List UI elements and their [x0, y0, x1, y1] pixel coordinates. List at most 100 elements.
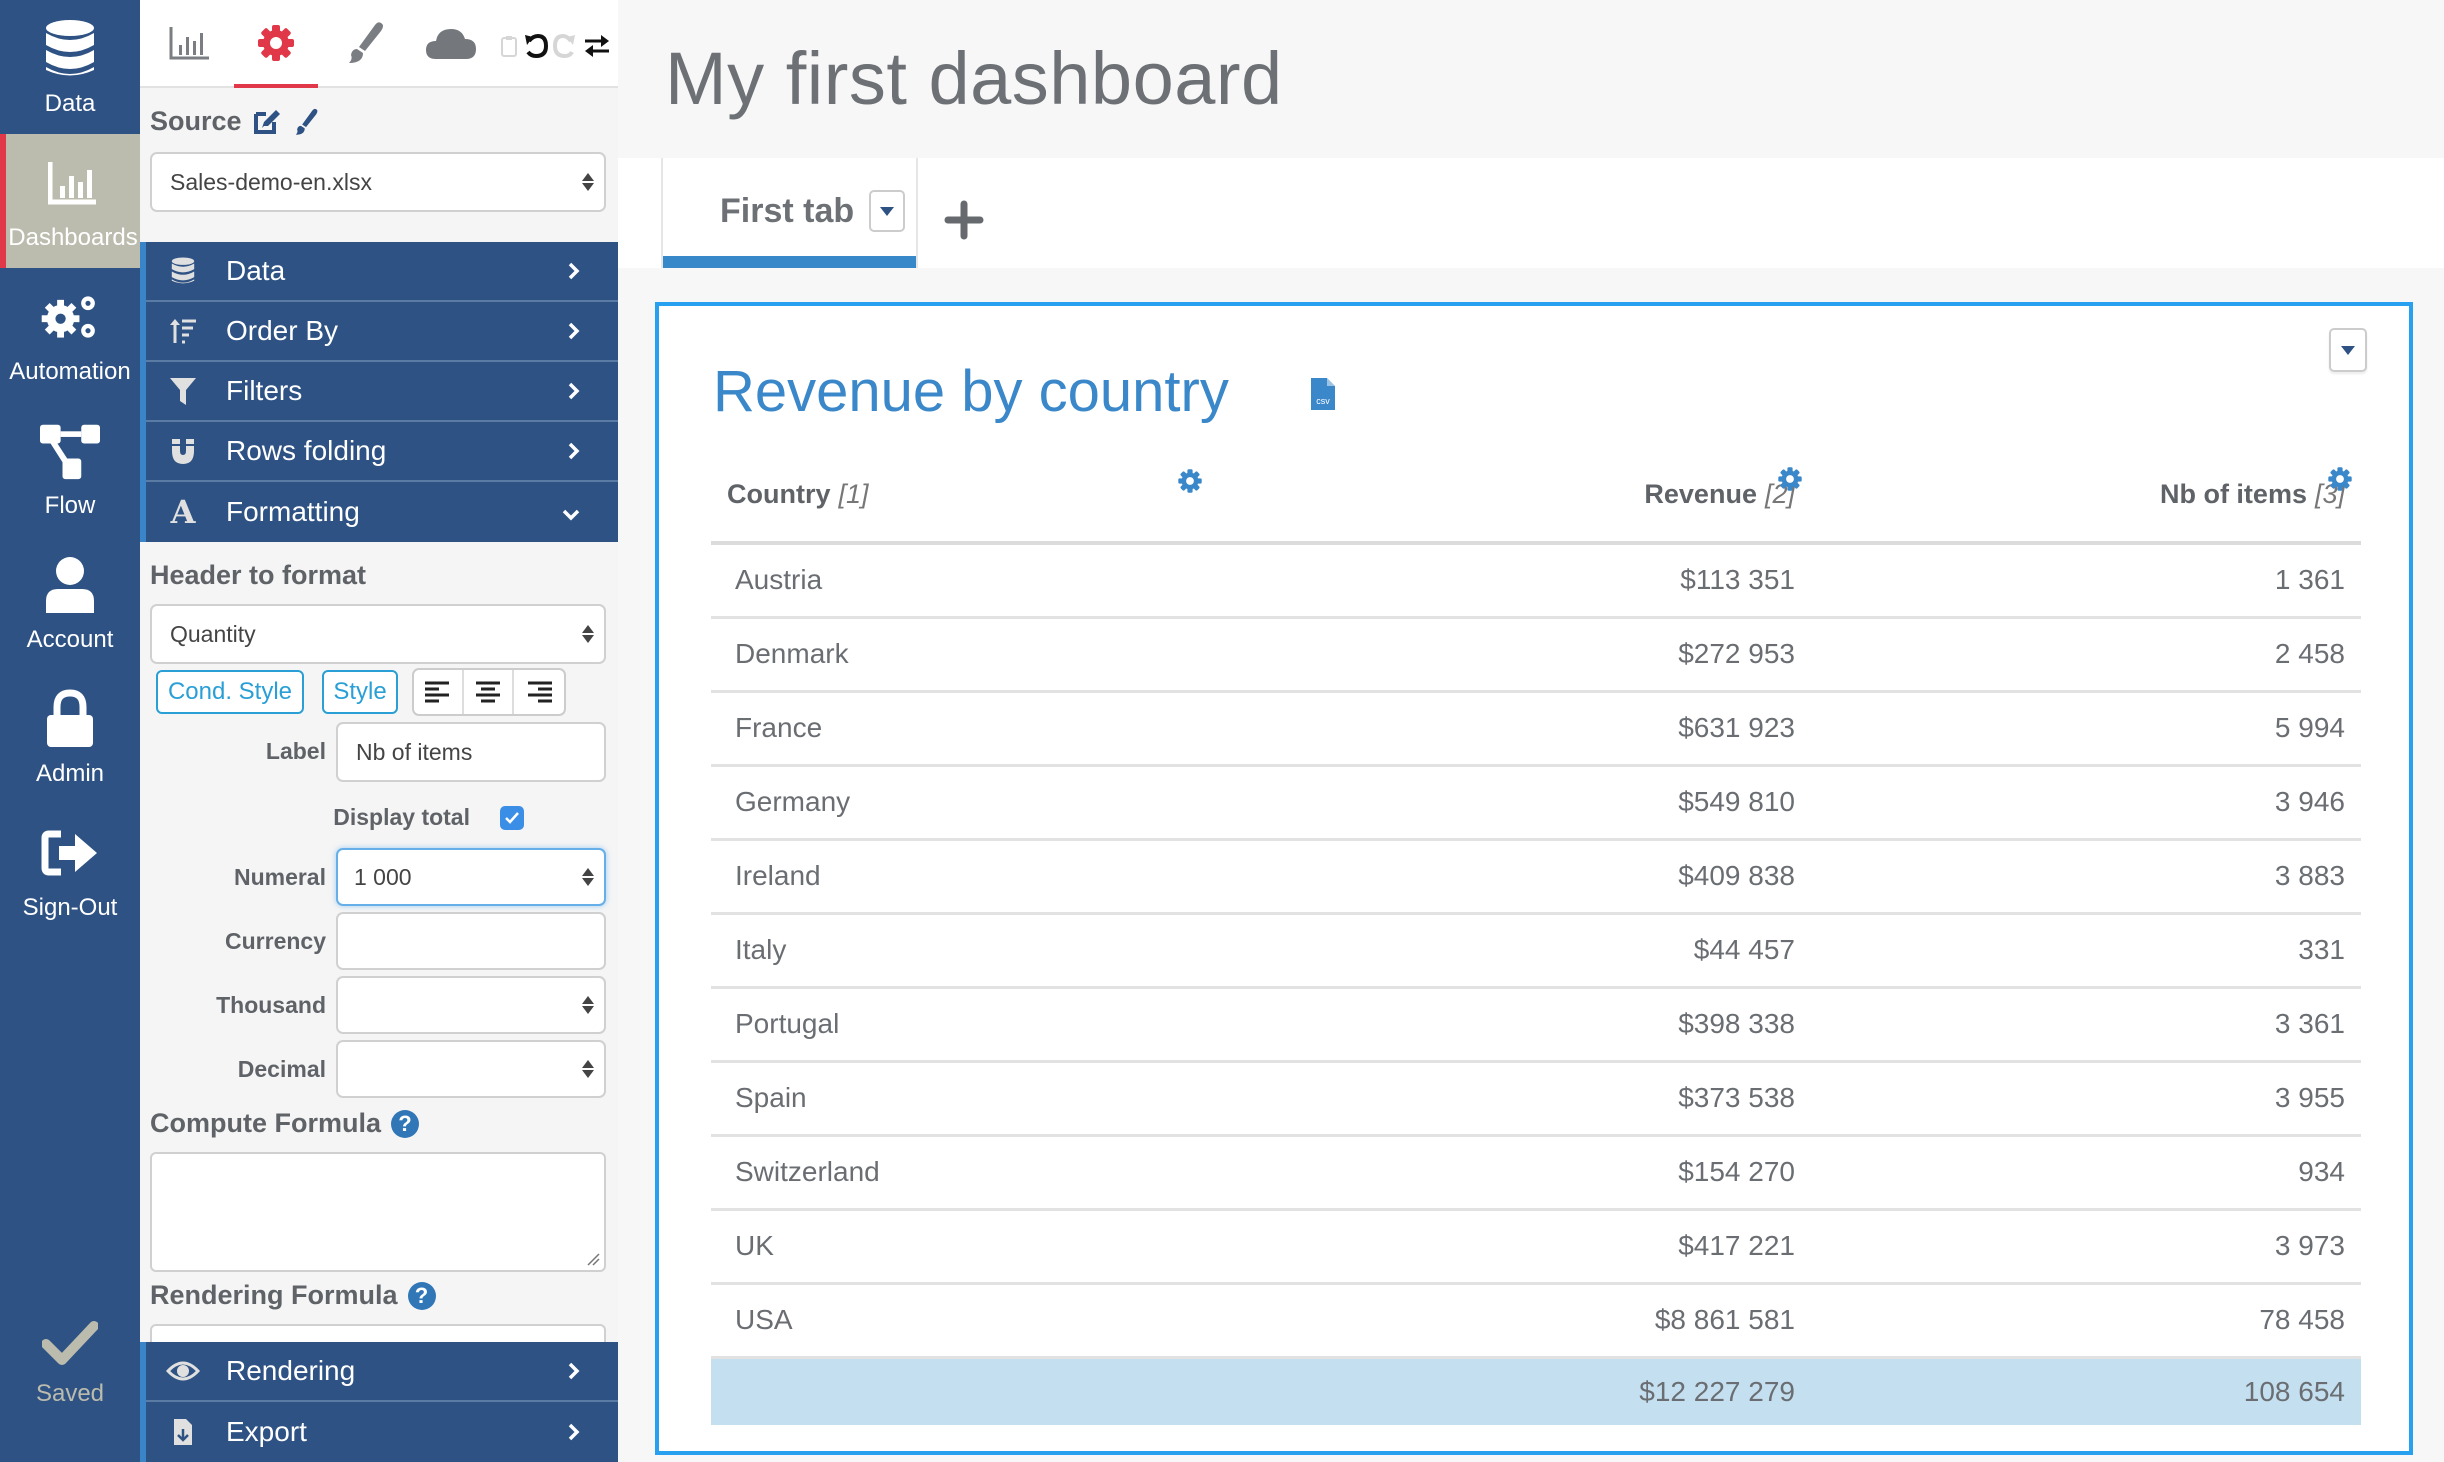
cell-nb-of-items: 3 973 [1811, 1209, 2361, 1285]
user-icon [40, 554, 100, 616]
table-row[interactable]: UK $417 221 3 973 [711, 1209, 2361, 1285]
column-header-country[interactable]: Country [1] [711, 448, 1231, 545]
cell-nb-of-items: 5 994 [1811, 691, 2361, 767]
tab-cloud[interactable] [414, 0, 488, 86]
undo-button[interactable] [522, 30, 550, 62]
edit-icon[interactable] [252, 108, 282, 136]
font-icon: A [170, 493, 196, 531]
help-icon[interactable]: ? [407, 1281, 436, 1310]
alignment-group [412, 668, 566, 716]
nav-item-admin[interactable]: Admin [0, 670, 140, 804]
cell-nb-of-items: 78 458 [1811, 1283, 2361, 1359]
cell-country: Germany [711, 765, 1231, 841]
decimal-select[interactable] [336, 1040, 606, 1098]
help-icon[interactable]: ? [391, 1109, 420, 1138]
align-right-button[interactable] [514, 670, 564, 714]
table-row[interactable]: USA $8 861 581 78 458 [711, 1283, 2361, 1359]
saved-label: Saved [35, 1380, 105, 1407]
accordion-formatting[interactable]: A Formatting [146, 482, 618, 542]
tab-chart[interactable] [160, 0, 220, 86]
tab-first-tab[interactable]: First tab [661, 158, 918, 268]
accordion-bottom: Rendering Export [140, 1342, 618, 1462]
chevron-down-icon [562, 496, 580, 528]
caret-down-icon [2341, 345, 2355, 355]
cond-style-button[interactable]: Cond. Style [156, 670, 304, 714]
paste-button[interactable] [498, 30, 520, 62]
nav-item-flow[interactable]: Flow [0, 402, 140, 536]
nav-item-sign-out[interactable]: Sign-Out [0, 804, 140, 938]
redo-button[interactable] [552, 30, 578, 62]
cell-revenue: $398 338 [1231, 987, 1811, 1063]
style-button[interactable]: Style [322, 670, 398, 714]
cell-revenue: $272 953 [1231, 617, 1811, 693]
align-left-button[interactable] [414, 670, 464, 714]
nav-item-data[interactable]: Data [0, 0, 140, 134]
dashboard-title[interactable]: My first dashboard [665, 36, 1283, 121]
csv-label: csv [1316, 396, 1330, 406]
gear-icon[interactable] [1177, 468, 1203, 494]
cell-revenue: $409 838 [1231, 839, 1811, 915]
csv-export-icon[interactable]: csv [1309, 376, 1337, 417]
accordion-rows-folding[interactable]: Rows folding [146, 422, 618, 482]
accordion-label: Rows folding [226, 435, 387, 466]
table-widget[interactable]: Revenue by country csv Country [1] Revenu… [655, 302, 2413, 1455]
tab-menu-button[interactable] [869, 190, 905, 232]
table-row[interactable]: Germany $549 810 3 946 [711, 765, 2361, 841]
header-to-format-select[interactable]: Quantity [150, 604, 606, 664]
currency-label: Currency [225, 928, 326, 954]
align-center-button[interactable] [464, 670, 514, 714]
cell-revenue: $8 861 581 [1231, 1283, 1811, 1359]
table-row[interactable]: France $631 923 5 994 [711, 691, 2361, 767]
table-row[interactable]: Ireland $409 838 3 883 [711, 839, 2361, 915]
gear-icon[interactable] [2327, 466, 2353, 492]
accordion-top: Data Order By Filters Rows folding A For… [140, 242, 618, 542]
accordion-export[interactable]: Export [146, 1402, 618, 1462]
bar-chart-icon [169, 27, 209, 60]
tab-style[interactable] [330, 0, 400, 86]
undo-icon [525, 33, 549, 59]
table-row[interactable]: Denmark $272 953 2 458 [711, 617, 2361, 693]
cell-country: Ireland [711, 839, 1231, 915]
select-arrows-icon [582, 996, 594, 1014]
accordion-filters[interactable]: Filters [146, 362, 618, 422]
currency-input[interactable] [336, 912, 606, 970]
tab-settings[interactable] [234, 0, 318, 88]
column-header-revenue[interactable]: Revenue [2] [1231, 448, 1811, 545]
chevron-right-icon [568, 315, 580, 347]
column-label: Nb of items [2159, 479, 2307, 509]
nav-item-automation[interactable]: Automation [0, 268, 140, 402]
cell-country: Italy [711, 913, 1231, 989]
nav-item-account[interactable]: Account [0, 536, 140, 670]
nav-item-dashboards[interactable]: Dashboards [0, 134, 140, 268]
display-total-checkbox[interactable] [500, 806, 524, 830]
thousand-select[interactable] [336, 976, 606, 1034]
compute-formula-textarea[interactable] [150, 1152, 606, 1272]
swap-button[interactable] [582, 30, 612, 62]
accordion-rendering[interactable]: Rendering [146, 1342, 618, 1402]
clipboard-icon [501, 36, 517, 57]
table-row[interactable]: Italy $44 457 331 [711, 913, 2361, 989]
source-select[interactable]: Sales-demo-en.xlsx [150, 152, 606, 212]
cell-country: Denmark [711, 617, 1231, 693]
numeral-select[interactable]: 1 000 [336, 848, 606, 906]
table-row[interactable]: Switzerland $154 270 934 [711, 1135, 2361, 1211]
add-tab-button[interactable] [944, 200, 984, 240]
main-area: My first dashboard First tab Revenue by … [618, 0, 2444, 1462]
cell-revenue: $549 810 [1231, 765, 1811, 841]
nav-label: Account [26, 626, 114, 653]
label-input[interactable]: Nb of items [336, 722, 606, 782]
column-header-nb-of-items[interactable]: Nb of items [3] [1811, 448, 2361, 545]
paint-brush-icon[interactable] [292, 108, 320, 136]
plus-icon [944, 200, 984, 240]
table-row[interactable]: Portugal $398 338 3 361 [711, 987, 2361, 1063]
cell-country: France [711, 691, 1231, 767]
gear-icon[interactable] [1777, 466, 1803, 492]
nav-label: Dashboards [8, 224, 138, 251]
chevron-right-icon [568, 255, 580, 287]
accordion-order-by[interactable]: Order By [146, 302, 618, 362]
widget-menu-button[interactable] [2329, 328, 2367, 372]
table-row[interactable]: Spain $373 538 3 955 [711, 1061, 2361, 1137]
cloud-icon [426, 29, 476, 59]
accordion-data[interactable]: Data [146, 242, 618, 302]
table-row[interactable]: Austria $113 351 1 361 [711, 543, 2361, 619]
